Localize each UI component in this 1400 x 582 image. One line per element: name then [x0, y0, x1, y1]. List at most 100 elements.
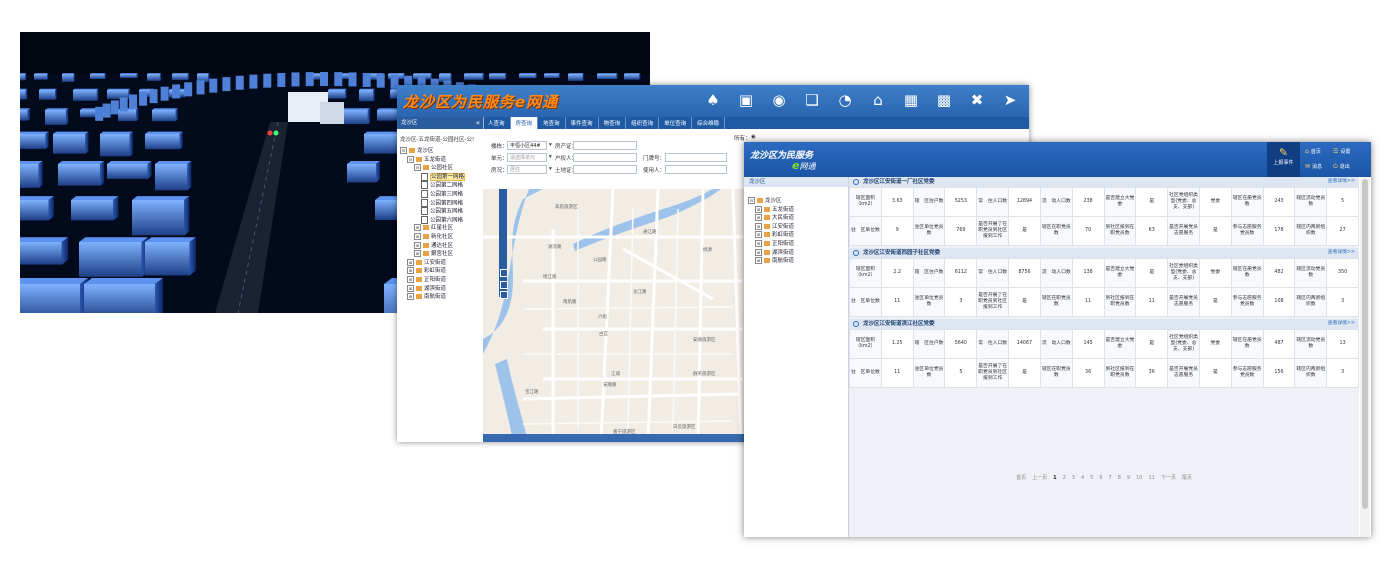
tree-toggle-icon[interactable]: ⊟: [400, 147, 407, 154]
zoom-in-icon[interactable]: [500, 281, 508, 289]
calendar-icon[interactable]: ▦: [900, 90, 922, 110]
id-card-icon[interactable]: ▣: [735, 90, 757, 110]
tree-node[interactable]: ⊟ 五龙街道: [397, 155, 483, 165]
tree-node[interactable]: ⊞ 彩虹街道: [397, 267, 483, 276]
tab-7[interactable]: 单位查询: [659, 117, 693, 129]
status-select[interactable]: 居住: [507, 165, 547, 174]
tree-node[interactable]: ⊞ 南航街道: [397, 293, 483, 302]
tab-4[interactable]: 事件查询: [566, 117, 599, 129]
tree-toggle-icon[interactable]: ⊞: [414, 232, 421, 240]
page-number-link[interactable]: 9: [1127, 475, 1130, 481]
house-cert-input[interactable]: [573, 141, 637, 150]
tree-toggle-icon[interactable]: ⊟: [414, 164, 421, 172]
tree-node[interactable]: ⊞ 江安街道: [397, 258, 483, 268]
unit-select[interactable]: 请选择单元: [507, 153, 547, 162]
page-number-link[interactable]: 10: [1136, 475, 1142, 481]
tree-toggle-icon[interactable]: ⊞: [755, 239, 762, 247]
tree-node[interactable]: ⊞ 南航街道: [748, 257, 848, 266]
tree-node[interactable]: ⊞ 江安街道: [748, 222, 848, 232]
tab-6[interactable]: 组织查询: [626, 117, 660, 129]
tree-toggle-icon[interactable]: ⊞: [755, 214, 762, 222]
tree-toggle-icon[interactable]: ⊞: [407, 267, 414, 275]
scrollbar[interactable]: [1360, 177, 1370, 537]
tree-node[interactable]: 公园第一网格: [397, 172, 483, 182]
tree-node[interactable]: ⊞ 通达社区: [397, 241, 483, 251]
people-icon[interactable]: ♠: [702, 90, 724, 110]
tree-node[interactable]: ⊞ 銀宮社区: [397, 250, 483, 259]
page-number-link[interactable]: 1: [1053, 475, 1056, 481]
tree-node[interactable]: ⊞ 湖滨街道: [397, 284, 483, 294]
zoom-out-icon[interactable]: [500, 291, 508, 299]
view-details-link[interactable]: 查看详情>>: [1328, 319, 1355, 329]
tree-toggle-icon[interactable]: ⊞: [755, 222, 762, 230]
home-link[interactable]: ⌂ 首页: [1305, 148, 1321, 155]
tree-toggle-icon[interactable]: ⊞: [414, 250, 421, 258]
tree-node[interactable]: ⊟ 公园社区: [397, 164, 483, 173]
chevron-down-icon[interactable]: ▾: [549, 154, 552, 160]
pie-chart-icon[interactable]: ◔: [834, 90, 856, 110]
settings-link[interactable]: ☰ 设置: [1333, 148, 1350, 155]
tab-3[interactable]: 地查询: [538, 117, 566, 129]
logout-link[interactable]: ⏻ 退出: [1333, 163, 1350, 171]
building-select[interactable]: 丰恒小区44#: [507, 141, 547, 150]
scrollbar-thumb[interactable]: [1362, 179, 1368, 509]
tab-2[interactable]: 房查询: [510, 117, 539, 129]
arrow-right-icon[interactable]: ➤: [999, 90, 1021, 110]
tree-toggle-icon[interactable]: ⊟: [407, 155, 414, 163]
tree-node[interactable]: ⊟ 龙沙区: [748, 197, 848, 206]
prev-page-link[interactable]: 上一页: [1032, 475, 1047, 481]
page-number-link[interactable]: 4: [1081, 475, 1084, 481]
tree-toggle-icon[interactable]: ⊞: [414, 241, 421, 249]
all-radio-icon[interactable]: ◉: [751, 134, 756, 140]
messages-link[interactable]: ✉ 消息: [1305, 163, 1322, 170]
page-number-link[interactable]: 11: [1148, 475, 1154, 481]
tree-toggle-icon[interactable]: ⊞: [407, 275, 414, 283]
tree-node[interactable]: ⊞ 湖滨街道: [748, 248, 848, 258]
land-input[interactable]: [573, 165, 637, 174]
tree-node[interactable]: ⊞ 新化社区: [397, 232, 483, 242]
view-details-link[interactable]: 查看详情>>: [1328, 177, 1355, 187]
tree-node[interactable]: ⊞ 大民街道: [748, 214, 848, 223]
next-page-link[interactable]: 下一页: [1161, 475, 1176, 481]
tree-toggle-icon[interactable]: ⊞: [407, 284, 414, 292]
page-number-link[interactable]: 7: [1109, 475, 1112, 481]
upload-event-button[interactable]: ✎ 上报事件: [1267, 142, 1300, 177]
globe-icon[interactable]: ◉: [768, 90, 790, 110]
tree-node[interactable]: ⊞ 红星社区: [397, 224, 483, 233]
chevron-down-icon[interactable]: ▾: [549, 166, 552, 172]
chevron-down-icon[interactable]: ▾: [549, 142, 552, 148]
tree-toggle-icon[interactable]: ⊞: [414, 224, 421, 232]
tools-icon[interactable]: ✖: [966, 90, 988, 110]
page-number-link[interactable]: 6: [1099, 475, 1102, 481]
window-icon[interactable]: ❏: [801, 90, 823, 110]
tree-node[interactable]: ⊞ 彩虹街道: [748, 231, 848, 240]
tree-toggle-icon[interactable]: ⊞: [407, 258, 414, 266]
page-number-link[interactable]: 3: [1072, 475, 1075, 481]
tree-toggle-icon[interactable]: ⊞: [755, 248, 762, 256]
tree-node[interactable]: 公园第二网格: [397, 181, 483, 190]
pan-icon[interactable]: [500, 269, 508, 277]
building-icon[interactable]: ⌂: [867, 90, 889, 110]
tree-node[interactable]: 公园第五网格: [397, 207, 483, 216]
last-page-link[interactable]: 尾页: [1182, 475, 1192, 481]
door-input[interactable]: [665, 153, 727, 162]
page-number-link[interactable]: 2: [1063, 475, 1066, 481]
tree-toggle-icon[interactable]: ⊞: [407, 293, 414, 301]
tree-node[interactable]: ⊟ 龙沙区: [397, 147, 483, 156]
tree-toggle-icon[interactable]: ⊟: [748, 197, 755, 204]
tree-node[interactable]: 公园第三网格: [397, 189, 483, 199]
view-details-link[interactable]: 查看详情>>: [1328, 248, 1355, 258]
user-input[interactable]: [665, 165, 727, 174]
tab-1[interactable]: 人查询: [483, 117, 511, 129]
page-number-link[interactable]: 5: [1090, 475, 1093, 481]
owner-input[interactable]: [573, 153, 637, 162]
tree-toggle-icon[interactable]: ⊞: [755, 231, 762, 239]
tree-node[interactable]: ⊞ 正阳街道: [397, 275, 483, 285]
tree-toggle-icon[interactable]: ⊞: [755, 257, 762, 265]
tree-toggle-icon[interactable]: ⊞: [755, 205, 762, 213]
tree-node[interactable]: ⊞ 五龙街道: [748, 205, 848, 215]
tree-node[interactable]: 公园第六网格: [397, 215, 483, 225]
collapse-icon[interactable]: «: [476, 117, 480, 129]
tab-5[interactable]: 物查询: [599, 117, 627, 129]
first-page-link[interactable]: 首页: [1016, 475, 1026, 481]
